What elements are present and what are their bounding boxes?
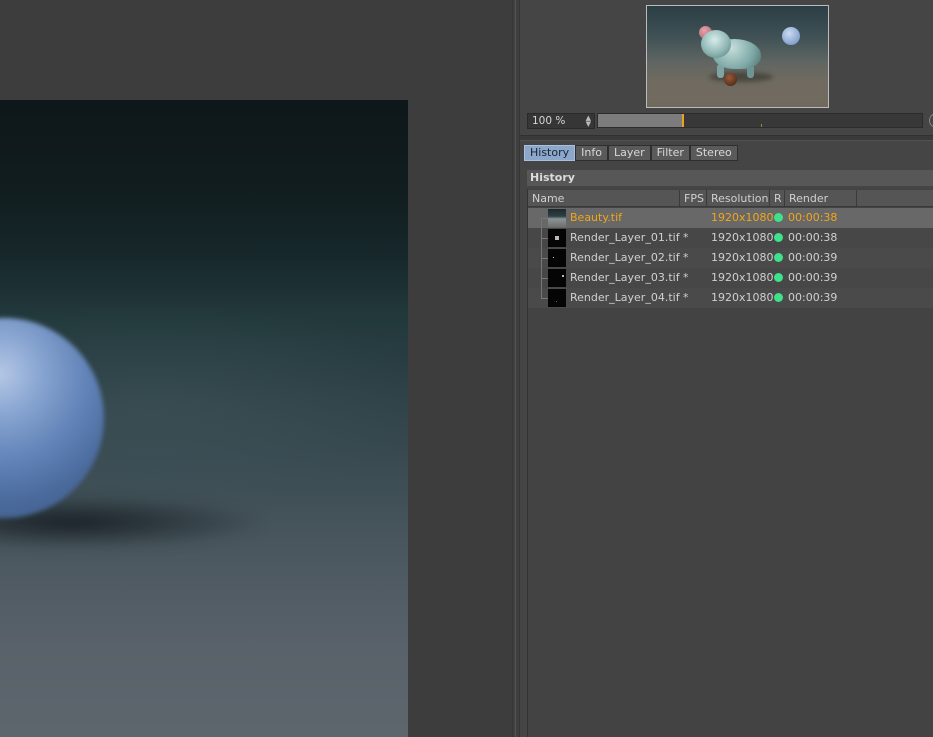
navigator-thumbnail[interactable] xyxy=(646,5,829,108)
thumbnail-dot xyxy=(556,301,557,302)
history-row-resolution: 1920x1080 xyxy=(711,231,774,244)
history-row-name: Render_Layer_01.tif * xyxy=(570,231,689,244)
layer-thumbnail-icon xyxy=(548,249,566,267)
status-dot-icon xyxy=(774,293,783,302)
status-dot-icon xyxy=(774,213,783,222)
history-row-resolution: 1920x1080 xyxy=(711,211,774,224)
status-dot-icon xyxy=(774,253,783,262)
history-row[interactable]: Render_Layer_02.tif * 1920x1080 00:00:39 xyxy=(528,248,933,268)
history-row-name: Render_Layer_04.tif * xyxy=(570,291,689,304)
history-row-resolution: 1920x1080 xyxy=(711,271,774,284)
history-row-resolution: 1920x1080 xyxy=(711,291,774,304)
column-header-r[interactable]: R xyxy=(770,190,785,207)
thumbnail-dot xyxy=(562,275,564,277)
thumbnail-brown-sphere xyxy=(724,73,737,86)
render-viewport[interactable] xyxy=(0,0,512,737)
zoom-value: 100 % xyxy=(532,115,566,127)
tab-info[interactable]: Info xyxy=(575,145,608,161)
tab-layer[interactable]: Layer xyxy=(607,145,651,161)
column-header-filler xyxy=(857,190,933,207)
column-header-name[interactable]: Name xyxy=(528,190,680,207)
tab-filter[interactable]: Filter xyxy=(650,145,690,161)
tree-branch xyxy=(541,258,548,259)
history-list: Name FPS Resolution R Render Time Beauty… xyxy=(527,189,933,737)
picture-viewer-panel: 100 % ▲ ▼ History Info Layer Filter Stere… xyxy=(520,0,933,737)
column-header-fps[interactable]: FPS xyxy=(680,190,707,207)
status-dot-icon xyxy=(774,273,783,282)
status-dot-icon xyxy=(774,233,783,242)
layer-thumbnail-icon xyxy=(548,229,566,247)
thumbnail-dot xyxy=(555,236,559,240)
history-row-render-time: 00:00:38 xyxy=(788,211,838,224)
thumbnail-blue-sphere xyxy=(782,27,800,45)
tab-stereo[interactable]: Stereo xyxy=(689,145,738,161)
panel-splitter[interactable] xyxy=(512,0,520,737)
thumbnail-lion-head xyxy=(701,30,731,58)
history-section-header[interactable]: History xyxy=(527,170,933,186)
column-header-resolution[interactable]: Resolution xyxy=(707,190,770,207)
history-row-render-time: 00:00:38 xyxy=(788,231,838,244)
history-row-name: Render_Layer_03.tif * xyxy=(570,271,689,284)
history-row[interactable]: Render_Layer_03.tif * 1920x1080 00:00:39 xyxy=(528,268,933,288)
history-row-name: Beauty.tif xyxy=(570,211,623,224)
panel-divider[interactable] xyxy=(520,135,933,141)
panel-toggle-button[interactable] xyxy=(929,113,933,128)
zoom-slider-tick xyxy=(761,124,762,127)
tab-bar: History Info Layer Filter Stereo xyxy=(524,145,738,161)
rendered-image[interactable] xyxy=(0,100,408,737)
tree-line xyxy=(541,218,542,228)
tree-branch xyxy=(541,238,548,239)
history-row-render-time: 00:00:39 xyxy=(788,251,838,264)
tab-history[interactable]: History xyxy=(524,145,576,161)
history-row-name: Render_Layer_02.tif * xyxy=(570,251,689,264)
stepper-arrows-icon[interactable]: ▲ ▼ xyxy=(586,115,591,128)
column-header-render-time[interactable]: Render Time xyxy=(785,190,857,222)
history-row[interactable]: Render_Layer_01.tif * 1920x1080 00:00:38 xyxy=(528,228,933,248)
tree-line xyxy=(541,288,542,298)
tree-branch xyxy=(541,278,548,279)
history-row-resolution: 1920x1080 xyxy=(711,251,774,264)
thumbnail-dot xyxy=(553,257,554,258)
column-headers: Name FPS Resolution R Render Time xyxy=(528,190,933,222)
zoom-slider[interactable] xyxy=(597,113,923,128)
tree-branch xyxy=(541,298,548,299)
layer-thumbnail-icon xyxy=(548,289,566,307)
layer-thumbnail-icon xyxy=(548,269,566,287)
zoom-slider-handle[interactable] xyxy=(682,114,685,127)
history-row-render-time: 00:00:39 xyxy=(788,291,838,304)
tree-branch xyxy=(541,218,548,219)
beauty-thumbnail-icon xyxy=(548,209,566,227)
zoom-slider-fill xyxy=(598,114,683,127)
zoom-field[interactable]: 100 % ▲ ▼ xyxy=(527,113,595,129)
history-row-render-time: 00:00:39 xyxy=(788,271,838,284)
history-row[interactable]: Render_Layer_04.tif * 1920x1080 00:00:39 xyxy=(528,288,933,308)
history-row[interactable]: Beauty.tif 1920x1080 00:00:38 xyxy=(528,208,933,228)
